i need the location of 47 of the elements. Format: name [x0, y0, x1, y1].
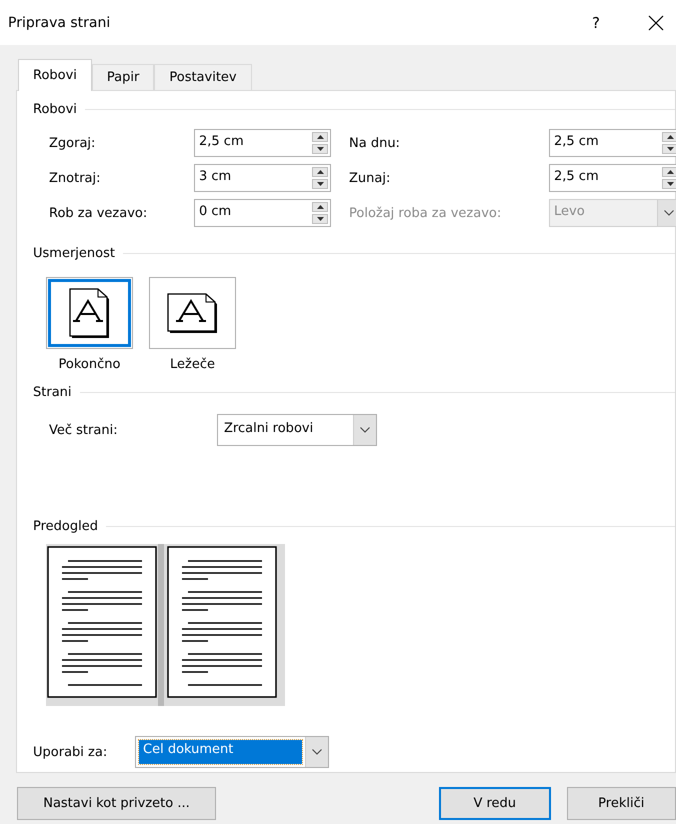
down-arrow-icon[interactable]: [316, 217, 324, 221]
field-label: Znotraj:: [49, 170, 102, 186]
up-arrow-icon[interactable]: [316, 205, 324, 209]
field-label: Rob za vezavo:: [49, 206, 148, 220]
section-heading: Robovi: [33, 102, 77, 116]
field-label: Na dnu:: [349, 136, 401, 150]
spin-field[interactable]: 2,5 cm: [194, 129, 331, 157]
orientation-label: Ležeče: [170, 357, 215, 372]
field-label: Zgoraj:: [49, 136, 96, 150]
dialog-button[interactable]: Nastavi kot privzeto ...: [17, 787, 216, 820]
close-icon[interactable]: [648, 14, 664, 30]
spin-field[interactable]: 3 cm: [194, 164, 331, 192]
up-arrow-icon[interactable]: [316, 170, 324, 174]
tab[interactable]: Postavitev: [154, 64, 252, 90]
caret-icon: [360, 427, 370, 433]
field-label: Položaj roba za vezavo:: [349, 206, 502, 220]
up-arrow-icon[interactable]: [666, 170, 674, 174]
caret-icon: [312, 749, 322, 755]
orientation-button[interactable]: [149, 277, 236, 349]
field-label: Več strani:: [49, 422, 119, 438]
section-heading: Usmerjenost: [33, 246, 115, 260]
section-heading: Strani: [33, 384, 72, 400]
field-label: Uporabi za:: [33, 744, 108, 760]
portrait-page-icon: [69, 288, 110, 338]
landscape-page-icon: [167, 292, 218, 334]
spin-field[interactable]: 2,5 cm: [549, 164, 676, 192]
window-title: Priprava strani: [8, 14, 112, 30]
caret-icon: [664, 210, 674, 216]
down-arrow-icon[interactable]: [316, 182, 324, 186]
section-heading: Predogled: [33, 518, 98, 534]
field-label: Zunaj:: [349, 170, 392, 186]
down-arrow-icon[interactable]: [666, 182, 674, 186]
spin-field[interactable]: 2,5 cm: [549, 129, 676, 157]
dialog-button[interactable]: V redu: [438, 787, 550, 820]
down-arrow-icon[interactable]: [316, 147, 324, 151]
up-arrow-icon[interactable]: [666, 135, 674, 139]
orientation-button[interactable]: [46, 277, 133, 349]
tab[interactable]: Robovi: [18, 59, 92, 91]
down-arrow-icon[interactable]: [666, 147, 674, 151]
dialog-button[interactable]: Prekliči: [566, 787, 676, 820]
spin-field[interactable]: 0 cm: [194, 199, 331, 227]
apply-to-dropdown[interactable]: Cel dokument: [135, 736, 329, 768]
up-arrow-icon[interactable]: [316, 135, 324, 139]
tab[interactable]: Papir: [92, 64, 154, 90]
orientation-label: Pokončno: [58, 357, 120, 372]
help-button[interactable]: ?: [586, 14, 606, 32]
pages-dropdown[interactable]: Zrcalni robovi: [217, 414, 377, 446]
